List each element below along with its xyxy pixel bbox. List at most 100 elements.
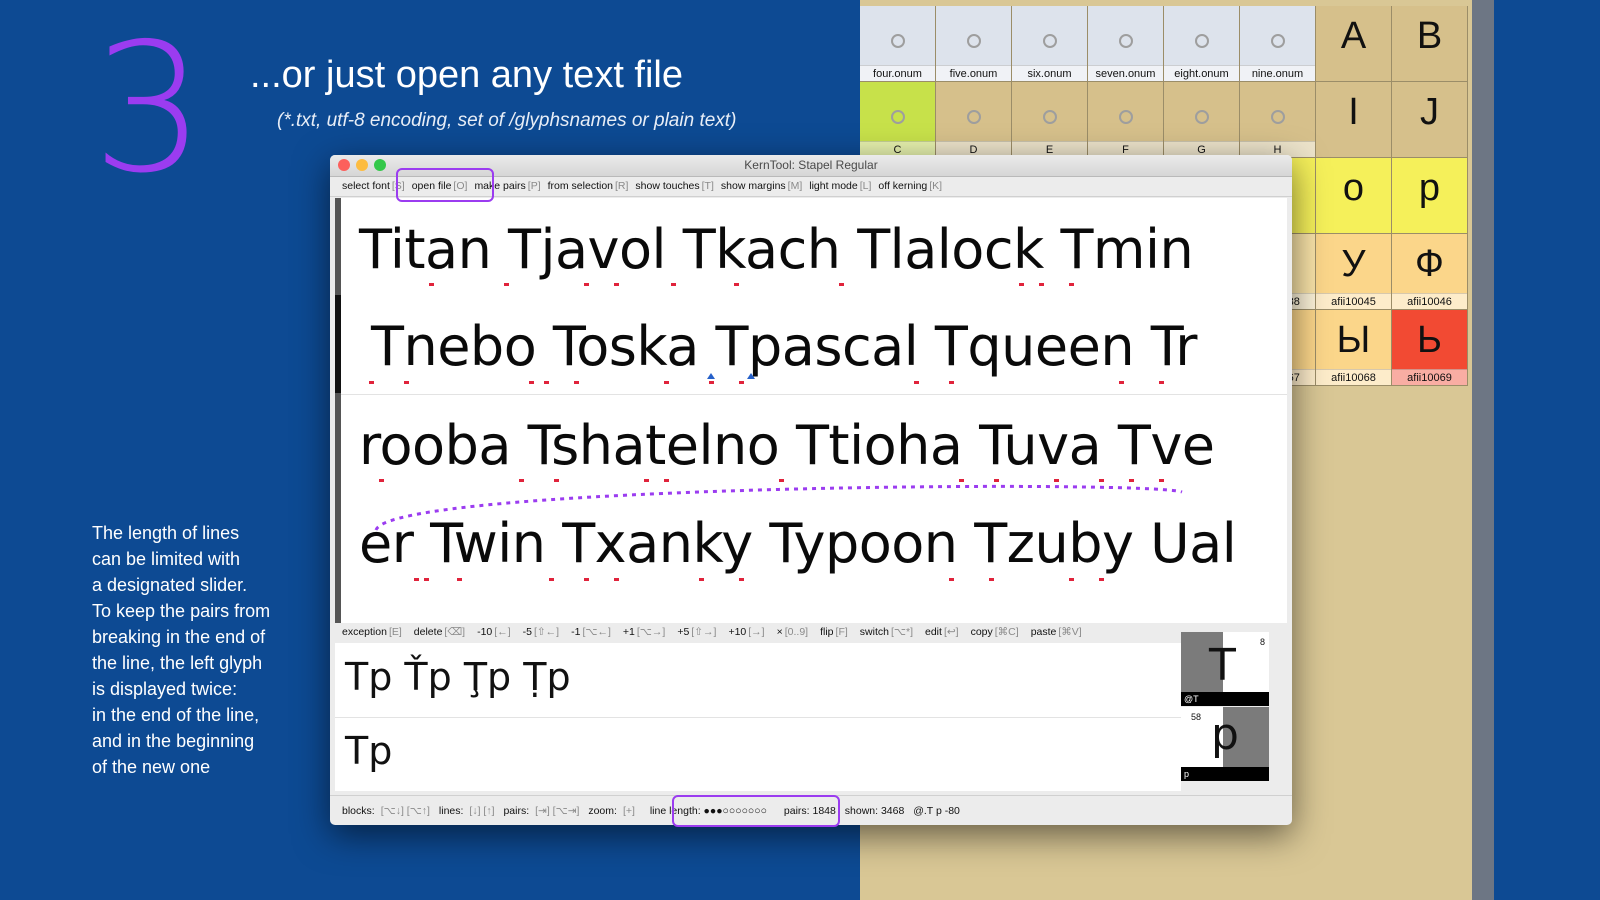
kern-marker — [529, 381, 534, 384]
edit-button-10[interactable]: switch [⌥*] — [860, 626, 919, 638]
text-canvas[interactable]: Titan Tjavol Tkach Tlalock Tmin Tnebo To… — [335, 198, 1287, 623]
kern-marker — [549, 578, 554, 581]
edit-button-0[interactable]: exception [E] — [342, 626, 408, 638]
kern-markers — [359, 373, 1259, 389]
glyph-cell[interactable]: I — [1316, 82, 1392, 158]
open-file-highlight — [396, 168, 494, 202]
glyph-cell[interactable]: seven.onum — [1088, 6, 1164, 82]
pair-row[interactable]: Tp — [345, 729, 392, 773]
glyph-cell[interactable]: Уafii10045 — [1316, 234, 1392, 310]
preview-name: p — [1181, 767, 1269, 781]
shortcut-key: [L] — [859, 180, 872, 192]
toolbar-button-6[interactable]: light mode [L] — [809, 180, 871, 192]
shortcut-key: [K] — [929, 180, 943, 192]
text-line[interactable]: rooba Tshatelno Ttioha Tuva Tve — [359, 414, 1215, 477]
text-line[interactable]: Tnebo Toska Tpascal Tqueen Tr — [371, 315, 1197, 378]
glyph-cell[interactable]: D — [936, 82, 1012, 158]
current-pair: @.T p -80 — [913, 805, 960, 817]
glyph-cell[interactable]: o — [1316, 158, 1392, 234]
glyph-cell[interactable]: H — [1240, 82, 1316, 158]
glyph-cell[interactable]: nine.onum — [1240, 6, 1316, 82]
glyph-cell[interactable]: five.onum — [936, 6, 1012, 82]
kern-marker — [699, 578, 704, 581]
line-length-highlight — [672, 795, 840, 827]
glyph-cell[interactable]: B — [1392, 6, 1468, 82]
zoom-key[interactable]: [+] — [623, 805, 635, 817]
glyph-cell[interactable]: C — [860, 82, 936, 158]
empty-glyph-icon — [1270, 34, 1285, 48]
lines-keys[interactable]: [↓] [↑] — [469, 805, 494, 817]
edit-button-3[interactable]: -5 [⇧←] — [523, 626, 565, 638]
text-line[interactable]: Titan Tjavol Tkach Tlalock Tmin — [359, 218, 1194, 281]
preview-glyph: T — [1209, 640, 1236, 691]
edit-button-13[interactable]: paste [⌘V] — [1031, 626, 1088, 638]
active-line-indicator — [335, 295, 341, 393]
shortcut-key: [⇧→] — [691, 626, 717, 638]
kern-marker — [739, 578, 744, 581]
edit-button-6[interactable]: +5 [⇧→] — [677, 626, 722, 638]
empty-glyph-icon — [1270, 110, 1285, 124]
grid-scrollbar[interactable] — [1472, 0, 1494, 900]
description-line: can be limited with — [92, 549, 241, 569]
glyph-cell[interactable]: four.onum — [860, 6, 936, 82]
toolbar-item-label: +1 — [622, 626, 635, 638]
edit-button-5[interactable]: +1 [⌥→] — [623, 626, 671, 638]
glyph-cell[interactable]: J — [1392, 82, 1468, 158]
description-line: The length of lines — [92, 523, 240, 543]
shortcut-key: [E] — [388, 626, 402, 638]
description-line: To keep the pairs from — [92, 601, 271, 621]
glyph-cell[interactable]: E — [1012, 82, 1088, 158]
glyph-cell[interactable]: F — [1088, 82, 1164, 158]
glyph-cell[interactable]: six.onum — [1012, 6, 1088, 82]
toolbar-item-label: +10 — [728, 626, 747, 638]
toolbar-item-label: show margins — [720, 180, 786, 192]
toolbar-button-4[interactable]: show touches [T] — [635, 180, 713, 192]
glyph-char: У — [1341, 243, 1366, 285]
kern-markers — [359, 578, 1259, 586]
toolbar-button-7[interactable]: off kerning [K] — [878, 180, 942, 192]
kern-marker — [1069, 283, 1074, 286]
edit-button-2[interactable]: -10 [←] — [477, 626, 517, 638]
glyph-cell[interactable]: A — [1316, 6, 1392, 82]
glyph-char: Ф — [1415, 243, 1444, 285]
pairs-nav-keys[interactable]: [⇥] [⌥⇥] — [535, 805, 579, 817]
empty-glyph-icon — [966, 110, 981, 124]
edit-button-8[interactable]: × [0..9] — [777, 626, 815, 638]
kern-marker — [739, 381, 744, 384]
toolbar-item-label: exception — [342, 626, 387, 638]
edit-button-4[interactable]: -1 [⌥←] — [571, 626, 617, 638]
right-glyph-preview[interactable]: p 58 p — [1181, 707, 1269, 781]
glyph-cell[interactable]: eight.onum — [1164, 6, 1240, 82]
glyph-cell[interactable]: G — [1164, 82, 1240, 158]
empty-glyph-icon — [1194, 110, 1209, 124]
edit-button-11[interactable]: edit [↩] — [925, 626, 965, 638]
shortcut-key: [⇧←] — [533, 626, 560, 638]
kern-marker — [404, 381, 409, 384]
glyph-cell[interactable]: Фafii10046 — [1392, 234, 1468, 310]
glyph-cell[interactable]: Ыafii10068 — [1316, 310, 1392, 386]
glyph-cell[interactable]: Ьafii10069 — [1392, 310, 1468, 386]
empty-glyph-icon — [890, 110, 905, 124]
pair-row[interactable]: Tp Ťp Ţp Ṭp — [345, 655, 571, 699]
edit-button-1[interactable]: delete [⌫] — [414, 626, 471, 638]
kern-marker — [1159, 381, 1164, 384]
edit-button-9[interactable]: flip [F] — [820, 626, 854, 638]
glyph-cell[interactable]: p — [1392, 158, 1468, 234]
kern-marker — [1099, 578, 1104, 581]
headline: ...or just open any text file — [250, 54, 684, 96]
left-glyph-preview[interactable]: T 8 @T — [1181, 632, 1269, 706]
toolbar-item-label: show touches — [635, 180, 700, 192]
blocks-keys[interactable]: [⌥↓] [⌥↑] — [381, 805, 430, 817]
pair-divider — [335, 717, 1181, 718]
toolbar-button-3[interactable]: from selection [R] — [548, 180, 629, 192]
pairs-area: Tp Ťp Ţp Ṭp Tp — [335, 643, 1181, 791]
toolbar-item-label: copy — [970, 626, 993, 638]
shortcut-key: [⌥←] — [582, 626, 611, 638]
shortcut-key: [⌫] — [444, 626, 466, 638]
edit-button-7[interactable]: +10 [→] — [728, 626, 770, 638]
toolbar-button-5[interactable]: show margins [M] — [721, 180, 802, 192]
glyph-char: A — [1340, 15, 1367, 57]
empty-glyph-icon — [1118, 110, 1133, 124]
kern-marker — [424, 578, 429, 581]
edit-button-12[interactable]: copy [⌘C] — [971, 626, 1025, 638]
